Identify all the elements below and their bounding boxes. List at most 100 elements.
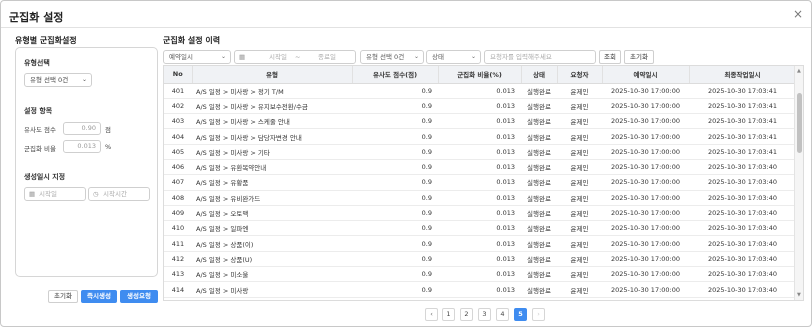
cell-status: 실행완료: [521, 98, 557, 115]
date-range-input[interactable]: ▦ 시작일 ~ 종료일: [234, 50, 356, 64]
cell-type: A/S 일정 > 유비완가드: [192, 190, 352, 206]
cell-last-run: 2025-10-30 17:03:40: [689, 281, 796, 298]
search-button[interactable]: 조회: [599, 50, 621, 64]
scroll-up-icon[interactable]: ▲: [797, 68, 801, 74]
type-section-title: 유형선택: [24, 59, 50, 67]
cell-no: 414: [164, 281, 192, 298]
cell-status: 실행완료: [521, 128, 557, 145]
col-header-cluster-ratio[interactable]: 군집화 비율(%): [438, 66, 522, 84]
table-row[interactable]: 404 A/S 일정 > 미사랑 > 담당자변경 안내 0.9 0.013 실행완료 윤제…: [164, 128, 796, 145]
table-row[interactable]: 414 A/S 일정 > 미사랑 0.9 0.013 실행완료 윤제인 2025-10-30…: [164, 281, 796, 298]
table-scrollbar[interactable]: ▲ ▼: [794, 66, 803, 300]
cell-last-run: 2025-10-30 17:03:41: [689, 113, 796, 130]
cell-last-run: 2025-10-30 17:03:40: [689, 159, 796, 176]
scrollbar-thumb[interactable]: [797, 93, 802, 153]
settings-panel: 유형선택 유형 선택 0건 ⌄ 설정 항목 유사도 점수 0.90 점 군집화 …: [15, 47, 158, 277]
table-row[interactable]: 402 A/S 일정 > 미사랑 > 유지보수전환/수금 0.9 0.013 실행완료 윤…: [164, 98, 796, 115]
start-time-placeholder: 시작시간: [103, 190, 127, 198]
col-header-type[interactable]: 유형: [192, 66, 353, 84]
cell-status: 실행완료: [521, 144, 557, 160]
close-icon[interactable]: ×: [793, 7, 803, 21]
status-filter-value: 상태: [432, 53, 444, 61]
cell-similarity: 0.9: [352, 266, 438, 283]
type-select[interactable]: 유형 선택 0건 ⌄: [24, 73, 92, 87]
cell-requester: 윤제인: [557, 281, 602, 298]
start-date-input[interactable]: ▦ 시작일: [24, 187, 86, 201]
reservation-filter-select[interactable]: 예약일시 ⌄: [163, 50, 231, 64]
cell-reservation: 2025-10-30 17:00:00: [602, 159, 689, 176]
col-header-no[interactable]: No: [164, 66, 193, 84]
reset-button[interactable]: 초기화: [48, 290, 78, 303]
cell-type: A/S 일정 > 미사랑 > 담당자변경 안내: [192, 128, 352, 145]
table-row[interactable]: 411 A/S 일정 > 상품(이) 0.9 0.013 실행완료 윤제인 2025-10-…: [164, 235, 796, 252]
cell-status: 실행완료: [521, 235, 557, 252]
cell-requester: 윤제인: [557, 98, 602, 115]
immediate-generate-button[interactable]: 즉시생성: [81, 290, 117, 303]
cell-no: 404: [164, 128, 192, 145]
cell-requester: 윤제인: [557, 190, 602, 206]
cell-last-run: 2025-10-30 17:03:40: [689, 235, 796, 252]
cell-reservation: 2025-10-30 17:00:00: [602, 251, 689, 268]
page-button-4[interactable]: 4: [496, 308, 509, 321]
cell-requester: 윤제인: [557, 83, 602, 99]
cell-type: A/S 일정 > 일파엔: [192, 220, 352, 237]
next-page-button[interactable]: ›: [532, 308, 545, 321]
cell-cluster-ratio: 0.013: [438, 205, 521, 222]
col-header-last-run[interactable]: 최종작업일시: [689, 66, 797, 84]
page-button-1[interactable]: 1: [442, 308, 455, 321]
page-button-3[interactable]: 3: [478, 308, 491, 321]
col-header-reservation[interactable]: 예약일시: [602, 66, 690, 84]
page-button-2[interactable]: 2: [460, 308, 473, 321]
type-select-value: 유형 선택 0건: [30, 76, 69, 84]
table-row[interactable]: 403 A/S 일정 > 미사랑 > 스케줄 안내 0.9 0.013 실행완료 윤제인 2…: [164, 113, 796, 130]
table-row[interactable]: 406 A/S 일정 > 유환복약안내 0.9 0.013 실행완료 윤제인 2025-10…: [164, 159, 796, 176]
date-start-placeholder: 시작일: [269, 53, 287, 61]
table-row[interactable]: 407 A/S 일정 > 유황품 0.9 0.013 실행완료 윤제인 2025-10-30…: [164, 174, 796, 191]
cell-similarity: 0.9: [352, 281, 438, 298]
table-row[interactable]: 408 A/S 일정 > 유비완가드 0.9 0.013 실행완료 윤제인 2025-10-…: [164, 190, 796, 206]
table-row[interactable]: 405 A/S 일정 > 미사랑 > 기타 0.9 0.013 실행완료 윤제인 2025-…: [164, 144, 796, 160]
history-table: No 유형 유사도 점수(점) 군집화 비율(%) 상태 요청자 예약일시 최종…: [163, 65, 804, 301]
table-row[interactable]: 412 A/S 일정 > 상품(U) 0.9 0.013 실행완료 윤제인 2025-10-…: [164, 251, 796, 268]
similarity-input[interactable]: 0.90: [63, 122, 101, 135]
cell-last-run: 2025-10-30 17:03:40: [689, 205, 796, 222]
requester-search-input[interactable]: 요청자를 입력해주세요: [484, 50, 596, 64]
cell-similarity: 0.9: [352, 205, 438, 222]
status-filter-select[interactable]: 상태 ⌄: [426, 50, 481, 64]
prev-page-button[interactable]: ‹: [425, 308, 438, 321]
chevron-down-icon: ⌄: [413, 53, 419, 60]
cell-type: A/S 일정 > 상품(이): [192, 235, 352, 252]
table-row[interactable]: 413 A/S 일정 > 미소울 0.9 0.013 실행완료 윤제인 2025-10-30…: [164, 266, 796, 283]
cell-cluster-ratio: 0.013: [438, 83, 521, 99]
col-header-similarity[interactable]: 유사도 점수(점): [352, 66, 439, 84]
table-row[interactable]: 409 A/S 일정 > 오토맥 0.9 0.013 실행완료 윤제인 2025-10-30…: [164, 205, 796, 222]
cell-type: A/S 일정 > 미사랑 > 기타: [192, 144, 352, 160]
cell-type: A/S 일정 > 미사랑: [192, 281, 352, 298]
cell-requester: 윤제인: [557, 251, 602, 268]
page-button-5[interactable]: 5: [514, 308, 527, 321]
cell-similarity: 0.9: [352, 128, 438, 145]
table-row[interactable]: 410 A/S 일정 > 일파엔 0.9 0.013 실행완료 윤제인 2025-10-30…: [164, 220, 796, 237]
cell-last-run: 2025-10-30 17:03:40: [689, 190, 796, 206]
title-divider: [1, 27, 811, 28]
cell-status: 실행완료: [521, 174, 557, 191]
cell-similarity: 0.9: [352, 113, 438, 130]
type-filter-select[interactable]: 유형 선택 0건 ⌄: [360, 50, 424, 64]
cell-no: 409: [164, 205, 192, 222]
filter-reset-button[interactable]: 초기화: [624, 50, 654, 64]
cell-reservation: 2025-10-30 17:00:00: [602, 144, 689, 160]
cluster-ratio-input[interactable]: 0.013: [63, 140, 101, 153]
generation-request-button[interactable]: 생성요청: [120, 290, 158, 303]
table-row[interactable]: 401 A/S 일정 > 미사랑 > 정기 T/M 0.9 0.013 실행완료 윤제인 2…: [164, 83, 796, 99]
scroll-down-icon[interactable]: ▼: [797, 292, 801, 298]
start-time-input[interactable]: ◷ 시작시간: [88, 187, 150, 201]
cell-requester: 윤제인: [557, 220, 602, 237]
cell-type: A/S 일정 > 유환복약안내: [192, 159, 352, 176]
cell-last-run: 2025-10-30 17:03:41: [689, 128, 796, 145]
col-header-requester[interactable]: 요청자: [557, 66, 603, 84]
col-header-status[interactable]: 상태: [521, 66, 558, 84]
cluster-settings-dialog: 군집화 설정 × 유형별 군집화설정 유형선택 유형 선택 0건 ⌄ 설정 항목…: [0, 0, 812, 327]
cell-type: A/S 일정 > 상품(U): [192, 251, 352, 268]
cell-no: 403: [164, 113, 192, 130]
cell-cluster-ratio: 0.013: [438, 128, 521, 145]
